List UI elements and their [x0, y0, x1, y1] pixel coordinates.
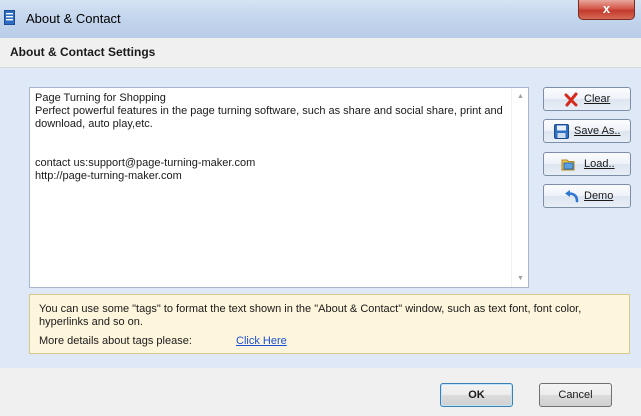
scroll-down-icon[interactable]: ▼ — [512, 270, 529, 287]
tags-info-text: You can use some "tags" to format the te… — [39, 303, 582, 328]
settings-panel: Page Turning for Shopping Perfect powerf… — [0, 68, 641, 368]
clear-button[interactable]: Clear — [543, 87, 631, 111]
ok-button[interactable]: OK — [440, 383, 513, 407]
close-button[interactable]: x — [578, 0, 635, 20]
scroll-up-icon[interactable]: ▲ — [512, 88, 529, 105]
load-button[interactable]: Load.. — [543, 152, 631, 176]
app-document-icon — [4, 10, 15, 25]
clear-button-label: Clear — [584, 93, 611, 105]
about-text-editor[interactable]: Page Turning for Shopping Perfect powerf… — [29, 87, 529, 288]
window-title: About & Contact — [26, 11, 121, 26]
red-x-icon — [564, 92, 578, 107]
cancel-button[interactable]: Cancel — [539, 383, 612, 407]
demo-button-label: Demo — [584, 190, 614, 202]
floppy-disk-icon — [554, 124, 569, 139]
tags-more-details-label: More details about tags please: — [39, 335, 192, 347]
demo-button[interactable]: Demo — [543, 184, 631, 208]
load-button-label: Load.. — [584, 158, 615, 170]
click-here-link[interactable]: Click Here — [236, 335, 287, 348]
about-text-content[interactable]: Page Turning for Shopping Perfect powerf… — [35, 92, 503, 183]
title-bar: About & Contact x — [0, 0, 641, 38]
dialog-footer: OK Cancel — [0, 368, 641, 416]
editor-scrollbar[interactable]: ▲ ▼ — [511, 88, 528, 287]
tags-info-box: You can use some "tags" to format the te… — [29, 294, 630, 354]
save-as-button[interactable]: Save As.. — [543, 119, 631, 143]
section-header: About & Contact Settings — [0, 38, 641, 68]
folder-open-icon — [561, 159, 575, 171]
page-title: About & Contact Settings — [10, 45, 156, 59]
undo-arrow-icon — [565, 190, 579, 203]
close-icon: x — [602, 1, 611, 16]
save-as-button-label: Save As.. — [574, 125, 621, 137]
